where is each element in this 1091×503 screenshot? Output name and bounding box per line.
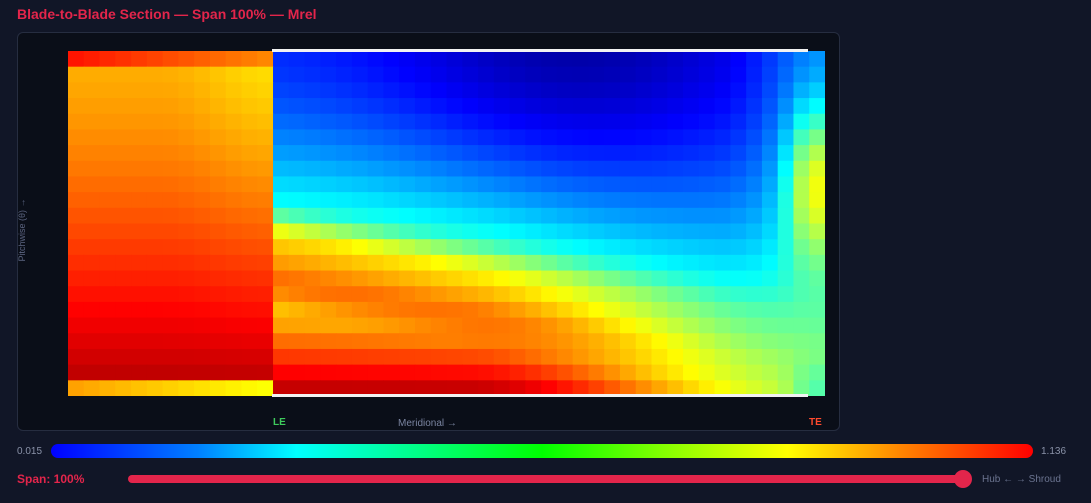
span-label: Span: 100% [17,472,85,486]
y-axis-label: Pitchwise (θ) → [17,198,27,262]
mrel-contour-plot [68,51,825,396]
trailing-edge-label: TE [809,417,822,428]
blade-suction-surface [272,394,808,397]
colorbar-min-label: 0.015 [17,446,43,457]
colorbar-max-label: 1.136 [1041,446,1067,457]
blade-pressure-surface [272,49,808,52]
span-slider-thumb[interactable] [954,470,972,488]
colorbar [51,444,1033,458]
span-slider-hint: Hub ← → Shroud [982,474,1061,485]
x-axis-label: Meridional → [398,418,457,429]
span-slider-track[interactable] [128,475,963,483]
leading-edge-label: LE [273,417,286,428]
page-title: Blade-to-Blade Section — Span 100% — Mre… [17,6,317,22]
